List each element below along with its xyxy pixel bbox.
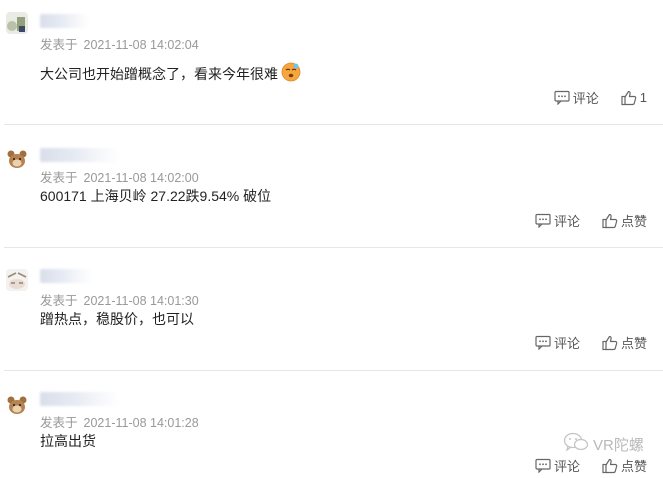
wechat-icon	[563, 432, 589, 456]
like-button[interactable]: 点赞	[602, 456, 647, 475]
comment-bubble-icon	[535, 458, 551, 473]
comment-time: 2021-11-08 14:01:28	[83, 416, 199, 430]
comment-actions: 评论 1	[554, 88, 647, 107]
reply-label: 评论	[553, 336, 580, 351]
comment-bubble-icon	[554, 90, 570, 105]
divider	[4, 124, 663, 125]
time-label: 发表于	[40, 294, 78, 308]
reply-label: 评论	[553, 214, 580, 229]
comment-time: 2021-11-08 14:02:04	[83, 38, 199, 52]
username-blurred[interactable]	[40, 14, 90, 28]
comment-actions: 评论 点赞	[535, 211, 647, 230]
comment-text: 600171 上海贝岭 27.22跌9.54% 破位	[40, 186, 271, 206]
watermark-text: VR陀螺	[593, 436, 644, 454]
reply-button[interactable]: 评论	[535, 456, 580, 475]
comment-meta: 发表于 2021-11-08 14:02:00	[40, 167, 199, 186]
divider	[4, 370, 663, 371]
comment-text: 大公司也开始蹭概念了，看来今年很难	[40, 62, 301, 85]
reply-button[interactable]: 评论	[554, 88, 599, 107]
sleepy-face-emoji-icon	[281, 62, 301, 85]
comment-time: 2021-11-08 14:02:00	[83, 171, 199, 185]
like-button[interactable]: 点赞	[602, 211, 647, 230]
like-label: 点赞	[620, 214, 647, 229]
reply-button[interactable]: 评论	[535, 333, 580, 352]
comment-text: 拉高出货	[40, 431, 96, 451]
reply-label: 评论	[553, 459, 580, 474]
like-label: 点赞	[620, 459, 647, 474]
comment-content: 拉高出货	[40, 433, 96, 449]
like-count: 1	[639, 90, 647, 105]
comment-time: 2021-11-08 14:01:30	[83, 294, 199, 308]
thumbs-up-icon	[602, 458, 618, 474]
like-label: 点赞	[620, 336, 647, 351]
username-blurred[interactable]	[40, 269, 92, 283]
avatar[interactable]	[6, 269, 28, 291]
comment-content: 600171 上海贝岭 27.22跌9.54% 破位	[40, 188, 272, 204]
comment-content: 大公司也开始蹭概念了，看来今年很难	[40, 65, 278, 82]
comment-content: 蹭热点，稳股价，也可以	[40, 311, 194, 327]
avatar[interactable]	[6, 148, 28, 170]
thumbs-up-icon	[602, 213, 618, 229]
comment-bubble-icon	[535, 335, 551, 350]
comment-actions: 评论 点赞	[535, 456, 647, 475]
time-label: 发表于	[40, 38, 78, 52]
thumbs-up-icon	[602, 335, 618, 351]
reply-label: 评论	[572, 91, 599, 106]
watermark: VR陀螺	[563, 432, 644, 456]
time-label: 发表于	[40, 171, 78, 185]
thumbs-up-icon	[621, 90, 637, 106]
comment-text: 蹭热点，稳股价，也可以	[40, 309, 194, 329]
comment-bubble-icon	[535, 213, 551, 228]
comment-meta: 发表于 2021-11-08 14:02:04	[40, 34, 199, 53]
username-blurred[interactable]	[40, 148, 120, 162]
avatar[interactable]	[6, 394, 28, 416]
divider	[4, 247, 663, 248]
comment-meta: 发表于 2021-11-08 14:01:30	[40, 290, 199, 309]
comment-actions: 评论 点赞	[535, 333, 647, 352]
avatar[interactable]	[6, 12, 28, 34]
like-button[interactable]: 1	[621, 90, 647, 106]
username-blurred[interactable]	[40, 392, 120, 406]
comment-meta: 发表于 2021-11-08 14:01:28	[40, 412, 199, 431]
like-button[interactable]: 点赞	[602, 333, 647, 352]
time-label: 发表于	[40, 416, 78, 430]
reply-button[interactable]: 评论	[535, 211, 580, 230]
